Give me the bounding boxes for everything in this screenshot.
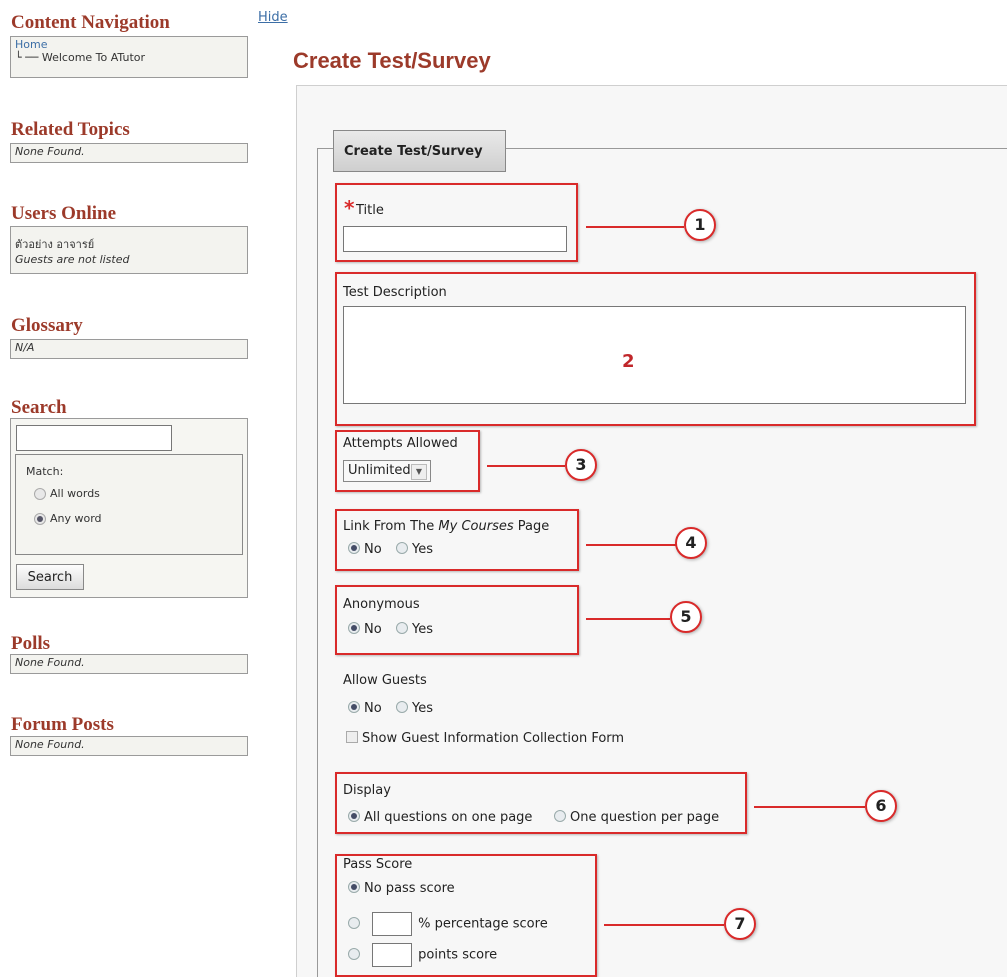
related-topics-box: None Found.	[10, 143, 248, 163]
nav-welcome-link[interactable]: └ ── Welcome To ATutor	[15, 51, 243, 64]
search-match-group: Match: All words Any word	[15, 454, 243, 555]
match-all-label: All words	[50, 487, 100, 500]
checkbox-label: Show Guest Information Collection Form	[362, 731, 625, 746]
annotation-marker-7: 7	[724, 908, 756, 940]
search-heading: Search	[11, 397, 67, 418]
glossary-heading: Glossary	[11, 315, 83, 336]
match-label: Match:	[26, 465, 64, 478]
annotation-line-7	[604, 924, 724, 926]
annotation-box-2	[335, 272, 976, 426]
hide-sidebar-link[interactable]: Hide	[258, 10, 288, 25]
annotation-box-3	[335, 430, 480, 492]
content-navigation-box: Home └ ── Welcome To ATutor	[10, 36, 248, 78]
forum-posts-box: None Found.	[10, 736, 248, 756]
annotation-marker-5: 5	[670, 601, 702, 633]
annotation-line-3	[487, 465, 565, 467]
annotation-marker-1: 1	[684, 209, 716, 241]
guest-info-checkbox[interactable]: Show Guest Information Collection Form	[346, 731, 624, 746]
annotation-marker-2: 2	[622, 351, 635, 372]
annotation-line-5	[586, 618, 670, 620]
match-all-words[interactable]: All words	[34, 487, 100, 500]
annotation-marker-3: 3	[565, 449, 597, 481]
annotation-marker-4: 4	[675, 527, 707, 559]
annotation-box-5	[335, 585, 579, 655]
match-any-label: Any word	[50, 512, 102, 525]
radio-icon[interactable]	[34, 488, 46, 500]
option-label: No	[364, 701, 382, 716]
radio-icon[interactable]	[396, 701, 408, 713]
annotation-marker-6: 6	[865, 790, 897, 822]
annotation-box-6	[335, 772, 747, 834]
fieldset-legend: Create Test/Survey	[333, 130, 506, 172]
annotation-box-1	[335, 183, 578, 262]
content-navigation-heading: Content Navigation	[11, 12, 170, 33]
annotation-box-7	[335, 854, 597, 977]
online-user[interactable]: ตัวอย่าง อาจารย์	[15, 235, 243, 253]
allow-guests-yes[interactable]: Yes	[396, 701, 433, 716]
match-any-word[interactable]: Any word	[34, 512, 102, 525]
option-label: Yes	[412, 701, 433, 716]
page-title: Create Test/Survey	[293, 48, 491, 73]
radio-selected-icon[interactable]	[34, 513, 46, 525]
radio-selected-icon[interactable]	[348, 701, 360, 713]
users-online-box: ตัวอย่าง อาจารย์ Guests are not listed	[10, 226, 248, 274]
forum-posts-heading: Forum Posts	[11, 714, 114, 735]
annotation-line-6	[754, 806, 865, 808]
glossary-box: N/A	[10, 339, 248, 359]
nav-home-link[interactable]: Home	[15, 38, 243, 51]
annotation-line-1	[586, 226, 684, 228]
annotation-line-4	[586, 544, 676, 546]
annotation-box-4	[335, 509, 579, 571]
allow-guests-label: Allow Guests	[343, 673, 427, 688]
polls-heading: Polls	[11, 633, 51, 654]
polls-box: None Found.	[10, 654, 248, 674]
search-input[interactable]	[16, 425, 172, 451]
related-topics-heading: Related Topics	[11, 119, 130, 140]
users-online-heading: Users Online	[11, 203, 117, 224]
search-button[interactable]: Search	[16, 564, 84, 590]
guests-note: Guests are not listed	[15, 253, 130, 266]
allow-guests-no[interactable]: No	[348, 701, 382, 716]
checkbox-icon[interactable]	[346, 731, 358, 743]
